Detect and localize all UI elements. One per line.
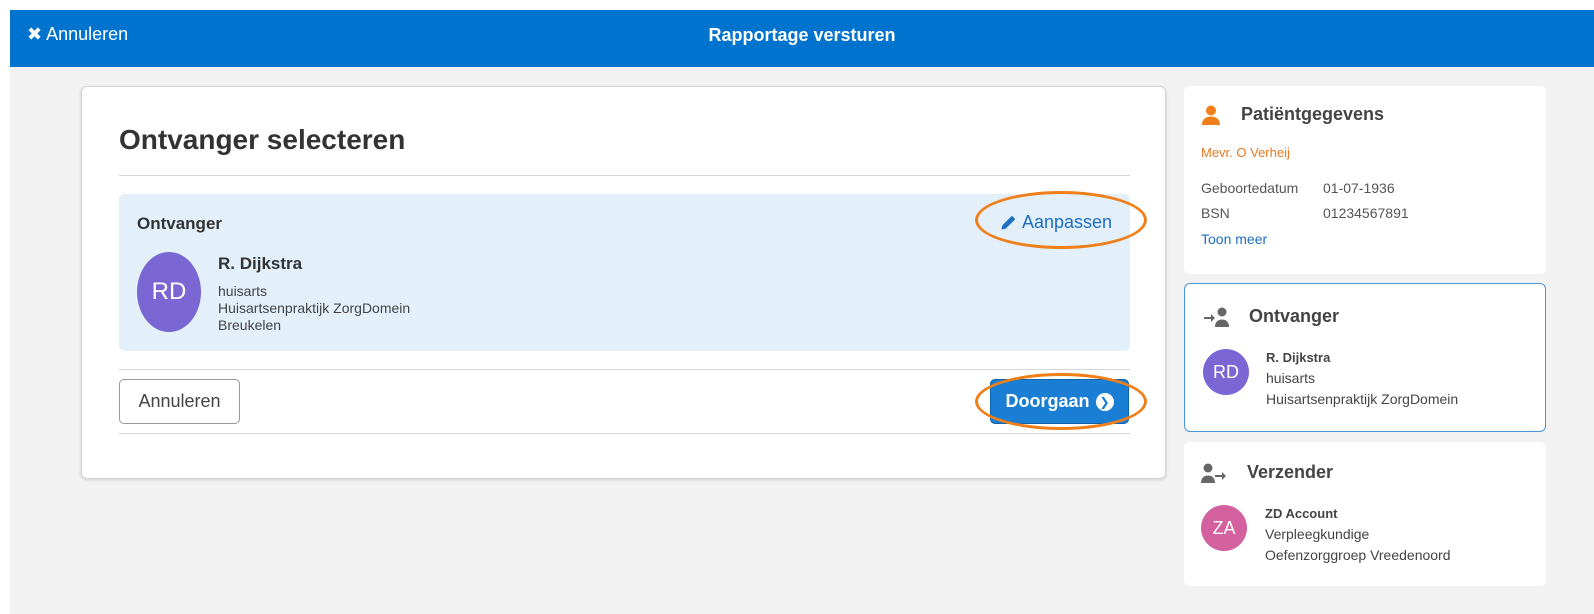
recipient-role: huisarts	[218, 283, 268, 299]
sender-name: ZD Account	[1265, 506, 1338, 521]
recipient-panel-role: huisarts	[1266, 370, 1316, 386]
pencil-icon	[1001, 215, 1016, 230]
birth-date-label: Geboortedatum	[1201, 180, 1299, 196]
recipient-icon	[1204, 307, 1229, 327]
sender-panel: Verzender ZA ZD Account Verpleegkundige …	[1184, 442, 1546, 586]
edit-link-label: Aanpassen	[1022, 212, 1113, 232]
show-more-link[interactable]: Toon meer	[1201, 231, 1267, 247]
sender-panel-heading: Verzender	[1201, 462, 1333, 483]
avatar: RD	[137, 252, 201, 332]
sender-heading-label: Verzender	[1247, 462, 1334, 482]
cancel-button[interactable]: Annuleren	[119, 379, 240, 424]
divider	[119, 433, 1130, 434]
bsn-label: BSN	[1201, 205, 1230, 221]
bsn-value: 01234567891	[1323, 205, 1409, 221]
continue-button-label: Doorgaan	[1005, 391, 1090, 411]
recipient-panel: Ontvanger RD R. Dijkstra huisarts Huisar…	[1184, 283, 1546, 432]
recipient-practice: Huisartsenpraktijk ZorgDomein	[218, 300, 411, 316]
divider	[119, 369, 1130, 370]
recipient-details: huisarts Huisartsenpraktijk ZorgDomein B…	[218, 283, 410, 334]
recipient-city: Breukelen	[218, 317, 282, 333]
recipient-box: Ontvanger Aanpassen RD R. Dijkstra huisa…	[119, 194, 1130, 351]
recipient-panel-name: R. Dijkstra	[1266, 350, 1331, 365]
recipient-panel-practice: Huisartsenpraktijk ZorgDomein	[1266, 391, 1459, 407]
patient-name: Mevr. O Verheij	[1201, 145, 1290, 160]
main-card: Ontvanger selecteren Ontvanger Aanpassen…	[81, 86, 1166, 479]
patient-panel-heading: Patiëntgegevens	[1201, 104, 1384, 125]
edit-recipient-link[interactable]: Aanpassen	[999, 212, 1112, 233]
recipient-panel-heading: Ontvanger	[1203, 306, 1339, 327]
top-bar: ✖ Annuleren Rapportage versturen	[10, 10, 1594, 67]
section-title: Ontvanger selecteren	[119, 124, 406, 155]
birth-date-value: 01-07-1936	[1323, 180, 1395, 196]
birth-date-row: Geboortedatum 01-07-1936	[1201, 180, 1395, 196]
sender-role: Verpleegkundige	[1265, 526, 1370, 542]
avatar: RD	[1203, 349, 1249, 395]
sender-panel-details: ZD Account Verpleegkundige Oefenzorggroe…	[1265, 503, 1451, 566]
recipient-name: R. Dijkstra	[218, 254, 303, 273]
continue-button[interactable]: Doorgaan ❯	[990, 379, 1129, 424]
avatar: ZA	[1201, 505, 1247, 551]
recipient-heading-label: Ontvanger	[1249, 306, 1340, 326]
patient-panel: Patiëntgegevens Mevr. O Verheij Geboorte…	[1184, 86, 1546, 274]
divider	[119, 175, 1130, 176]
chevron-right-circle-icon: ❯	[1095, 392, 1114, 411]
page-title: Rapportage versturen	[708, 25, 896, 45]
bsn-row: BSN 01234567891	[1201, 205, 1409, 221]
sender-icon	[1201, 463, 1226, 483]
sender-organisation: Oefenzorggroep Vreedenoord	[1265, 547, 1451, 563]
patient-heading-label: Patiëntgegevens	[1241, 104, 1385, 124]
recipient-panel-details: R. Dijkstra huisarts Huisartsenpraktijk …	[1266, 347, 1458, 410]
person-icon	[1202, 105, 1220, 125]
recipient-label: Ontvanger	[137, 214, 223, 233]
